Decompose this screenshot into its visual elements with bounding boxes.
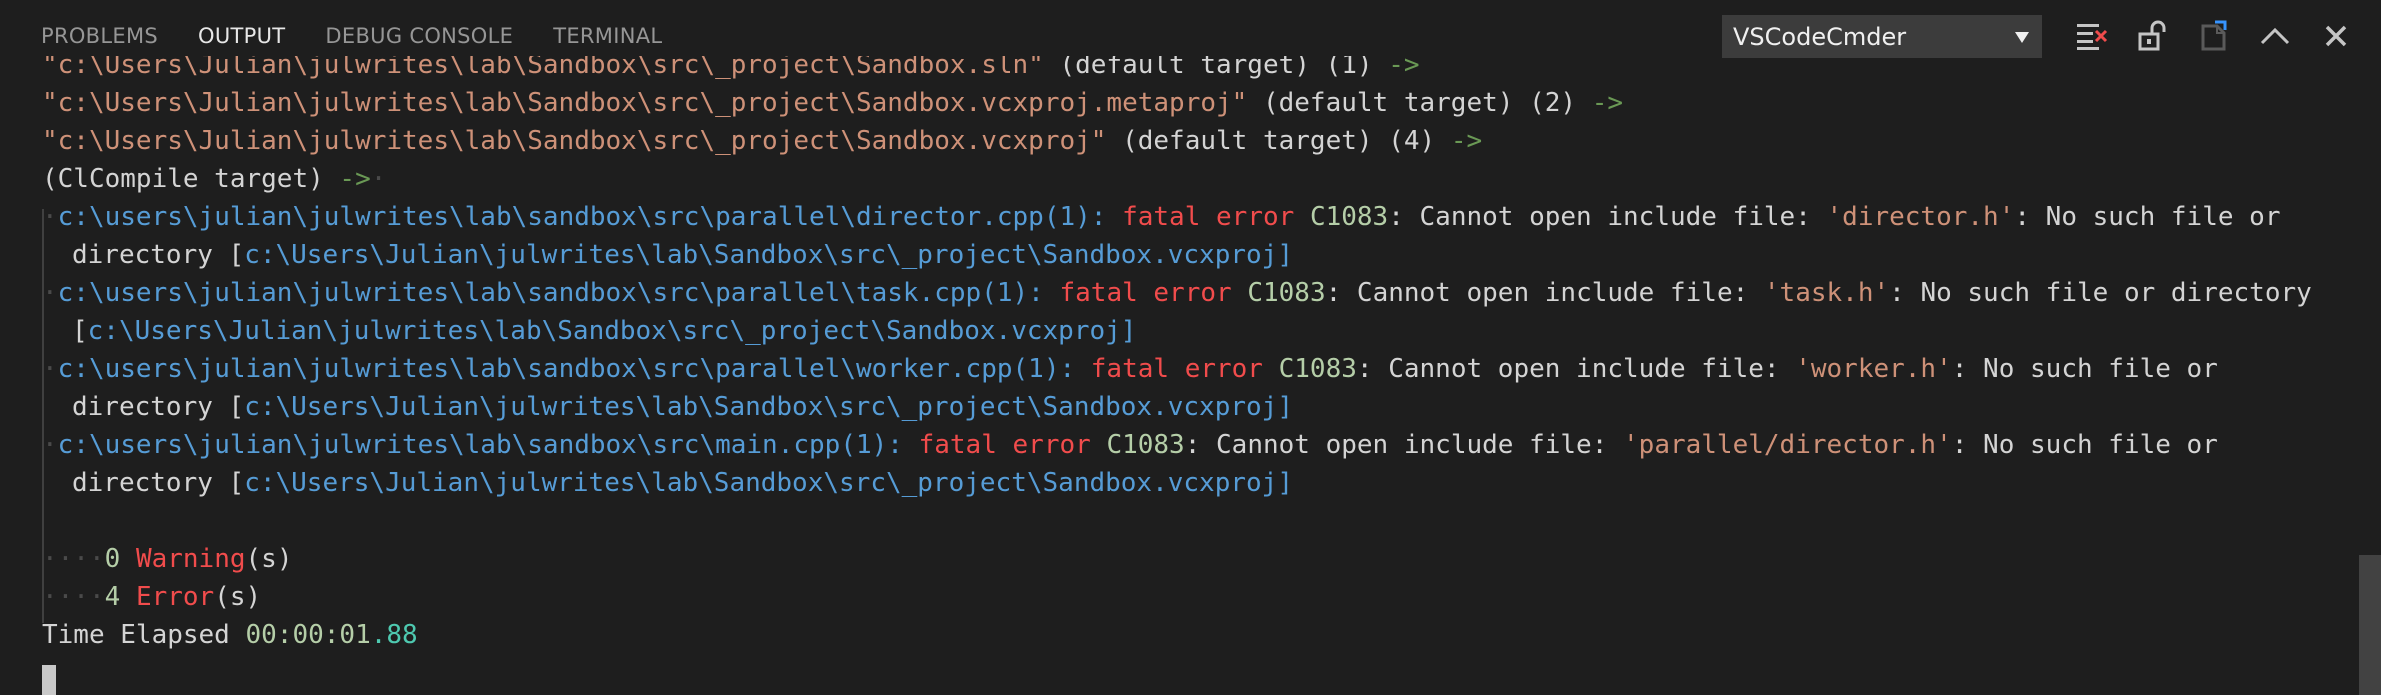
output-segment: : No such file or — [1951, 430, 2218, 460]
output-line: ·c:\users\julian\julwrites\lab\sandbox\s… — [42, 274, 2312, 312]
text-cursor — [42, 665, 56, 695]
clear-output-icon[interactable] — [2070, 14, 2114, 58]
output-line: ····0 Warning(s) — [42, 540, 292, 578]
output-segment: : Cannot open include file: — [1388, 202, 1827, 232]
output-segment: C1083 — [1309, 202, 1389, 232]
output-segment: [ — [72, 316, 88, 346]
output-segment: : Cannot open include file: — [1184, 430, 1624, 460]
output-segment: ] — [1277, 240, 1293, 270]
output-segment: fatal error — [1075, 354, 1279, 384]
panel-actions — [2070, 14, 2375, 58]
output-segment: fatal error — [902, 430, 1107, 460]
output-segment: c:\users\julian\julwrites\lab\sandbox\sr… — [57, 278, 1044, 308]
output-segment: "c:\Users\Julian\julwrites\lab\Sandbox\s… — [42, 88, 1248, 118]
output-segment: c:\Users\Julian\julwrites\lab\Sandbox\sr… — [244, 240, 1278, 270]
output-line: ·c:\users\julian\julwrites\lab\sandbox\s… — [42, 426, 2218, 464]
output-segment: ] — [1277, 392, 1293, 422]
indent-guide — [42, 209, 44, 571]
output-segment: (default target) (1) — [1043, 56, 1389, 80]
output-segment: Warning — [135, 544, 246, 574]
close-panel-icon[interactable] — [2314, 14, 2358, 58]
output-channel-select[interactable]: VSCodeCmder — [1722, 15, 2042, 58]
output-segment: ] — [1120, 316, 1137, 346]
output-segment: : No such file or directory — [1889, 278, 2312, 308]
output-segment: C1083 — [1106, 430, 1185, 460]
output-segment: · — [370, 164, 387, 194]
output-line: [c:\Users\Julian\julwrites\lab\Sandbox\s… — [72, 312, 1136, 350]
output-line: "c:\Users\Julian\julwrites\lab\Sandbox\s… — [42, 122, 1482, 160]
output-segment: c:\Users\Julian\julwrites\lab\Sandbox\sr… — [87, 316, 1121, 346]
output-segment: · — [42, 202, 58, 232]
indent-guide — [42, 547, 44, 623]
output-segment: 'director.h' — [1826, 202, 2015, 232]
output-segment: : Cannot open include file: — [1356, 354, 1796, 384]
output-segment: ···· — [42, 582, 105, 612]
output-segment: -> — [1591, 88, 1623, 118]
output-segment: (default target) (2) — [1247, 88, 1592, 118]
output-segment: C1083 — [1247, 278, 1326, 308]
output-segment: : No such file or — [1951, 354, 2218, 384]
output-segment: · — [42, 430, 58, 460]
output-line: (ClCompile target) ->· — [42, 160, 386, 198]
output-line: directory [c:\Users\Julian\julwrites\lab… — [72, 388, 1293, 426]
output-segment: directory [ — [72, 240, 245, 270]
output-channel-value: VSCodeCmder — [1733, 23, 1907, 51]
output-line: directory [c:\Users\Julian\julwrites\lab… — [72, 464, 1293, 502]
output-segment: c:\users\julian\julwrites\lab\sandbox\sr… — [57, 202, 1107, 232]
output-segment: "c:\Users\Julian\julwrites\lab\Sandbox\s… — [42, 126, 1107, 156]
open-log-file-icon[interactable] — [2192, 14, 2236, 58]
output-segment: (s) — [214, 582, 262, 612]
output-segment: c:\Users\Julian\julwrites\lab\Sandbox\sr… — [244, 392, 1278, 422]
output-segment: .88 — [370, 620, 418, 650]
output-segment: "c:\Users\Julian\julwrites\lab\Sandbox\s… — [42, 56, 1044, 80]
output-segment: (default target) (4) — [1106, 126, 1451, 156]
output-segment: c:\Users\Julian\julwrites\lab\Sandbox\sr… — [244, 468, 1278, 498]
output-segment: directory [ — [72, 468, 245, 498]
output-segment: Error — [135, 582, 215, 612]
output-segment: -> — [1450, 126, 1483, 156]
chevron-down-icon — [2015, 32, 2029, 43]
output-segment: Time Elapsed — [42, 620, 246, 650]
lock-scroll-icon[interactable] — [2131, 14, 2175, 58]
output-segment: fatal error — [1043, 278, 1248, 308]
output-line: Time Elapsed 00:00:01.88 — [42, 616, 418, 654]
output-segment: 'parallel/director.h' — [1623, 430, 1952, 460]
output-line: ·c:\users\julian\julwrites\lab\sandbox\s… — [42, 198, 2280, 236]
output-segment: 4 — [104, 582, 136, 612]
output-segment: -> — [339, 164, 371, 194]
output-line: directory [c:\Users\Julian\julwrites\lab… — [72, 236, 1293, 274]
output-segment: c:\users\julian\julwrites\lab\sandbox\sr… — [57, 354, 1076, 384]
output-line: "c:\Users\Julian\julwrites\lab\Sandbox\s… — [42, 84, 1623, 122]
output-segment: · — [42, 278, 58, 308]
output-segment: : Cannot open include file: — [1325, 278, 1764, 308]
output-line: ····4 Error(s) — [42, 578, 261, 616]
output-line: ·c:\users\julian\julwrites\lab\sandbox\s… — [42, 350, 2218, 388]
output-segment: C1083 — [1278, 354, 1357, 384]
output-segment: (s) — [245, 544, 293, 574]
output-segment: directory [ — [72, 392, 245, 422]
output-segment: 'task.h' — [1763, 278, 1890, 308]
maximize-panel-icon[interactable] — [2253, 14, 2297, 58]
output-segment: (ClCompile target) — [42, 164, 340, 194]
output-segment: ···· — [42, 544, 105, 574]
output-segment: 0 — [104, 544, 136, 574]
output-segment: ] — [1277, 468, 1293, 498]
output-segment: · — [42, 354, 58, 384]
output-segment: : No such file or — [2014, 202, 2281, 232]
output-segment: c:\users\julian\julwrites\lab\sandbox\sr… — [57, 430, 903, 460]
output-segment: 00:00:01 — [245, 620, 371, 650]
vertical-scrollbar[interactable] — [2359, 555, 2381, 695]
output-segment: 'worker.h' — [1795, 354, 1952, 384]
output-segment: -> — [1388, 56, 1420, 80]
output-line: "c:\Users\Julian\julwrites\lab\Sandbox\s… — [42, 56, 1420, 84]
output-view[interactable]: "c:\Users\Julian\julwrites\lab\Sandbox\s… — [0, 56, 2381, 695]
output-segment: fatal error — [1106, 202, 1310, 232]
